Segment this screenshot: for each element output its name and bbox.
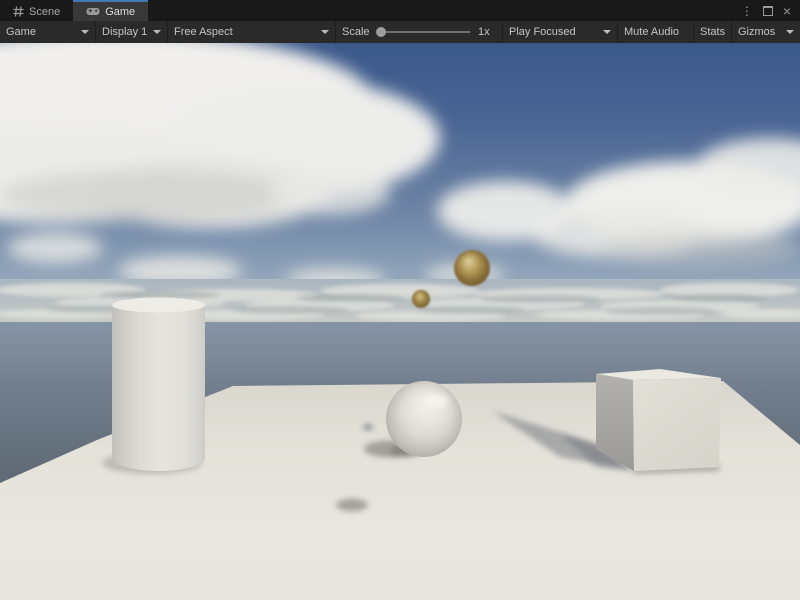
display-dropdown[interactable]: Display 1: [96, 21, 168, 43]
play-focused-label: Play Focused: [509, 26, 597, 38]
display-label: Display 1: [102, 26, 147, 38]
tab-scene-label: Scene: [29, 6, 60, 18]
stats-button[interactable]: Stats: [694, 21, 732, 43]
game-render: [0, 43, 800, 600]
close-icon[interactable]: ×: [783, 4, 791, 18]
gold-sphere-small: [412, 290, 430, 308]
chevron-down-icon: [786, 30, 794, 34]
scale-slider[interactable]: [376, 26, 472, 38]
tab-scene[interactable]: Scene: [0, 0, 73, 21]
game-mode-dropdown[interactable]: Game: [0, 21, 96, 43]
unity-game-window: Scene Game ⋮ × Game Display 1: [0, 0, 800, 600]
scale-slider-thumb[interactable]: [376, 27, 386, 37]
white-cube: [596, 369, 721, 471]
gizmos-label: Gizmos: [738, 26, 780, 38]
tab-bar: Scene Game ⋮ ×: [0, 0, 800, 21]
mute-audio-button[interactable]: Mute Audio: [618, 21, 694, 43]
gold-small-shadow: [363, 424, 373, 430]
white-cylinder: [112, 298, 205, 472]
gizmos-dropdown[interactable]: Gizmos: [732, 21, 800, 43]
scale-value: 1x: [478, 26, 496, 38]
aspect-label: Free Aspect: [174, 26, 315, 38]
aspect-ratio-dropdown[interactable]: Free Aspect: [168, 21, 336, 43]
kebab-menu-icon[interactable]: ⋮: [741, 5, 753, 17]
game-mode-label: Game: [6, 26, 75, 38]
gold-sphere-large: [454, 250, 490, 286]
cube-front-face: [633, 378, 721, 471]
play-focused-dropdown[interactable]: Play Focused: [503, 21, 618, 43]
tab-game[interactable]: Game: [73, 0, 148, 21]
chevron-down-icon: [81, 30, 89, 34]
stats-label: Stats: [700, 26, 725, 38]
maximize-icon[interactable]: [763, 6, 773, 16]
mute-audio-label: Mute Audio: [624, 26, 687, 38]
chevron-down-icon: [321, 30, 329, 34]
grid-icon: [13, 6, 24, 17]
tab-game-label: Game: [105, 6, 135, 18]
chevron-down-icon: [603, 30, 611, 34]
game-view-toolbar: Game Display 1 Free Aspect Scale 1x Play…: [0, 21, 800, 43]
window-controls: ⋮ ×: [741, 0, 800, 21]
gamepad-icon: [86, 7, 100, 16]
tabbar-spacer: [148, 0, 741, 21]
gold-large-shadow: [336, 499, 368, 512]
white-sphere: [386, 381, 462, 457]
game-viewport[interactable]: [0, 43, 800, 600]
scale-slider-track[interactable]: [380, 31, 470, 33]
chevron-down-icon: [153, 30, 161, 34]
scale-label: Scale: [342, 26, 370, 38]
scale-control: Scale 1x: [336, 21, 503, 43]
